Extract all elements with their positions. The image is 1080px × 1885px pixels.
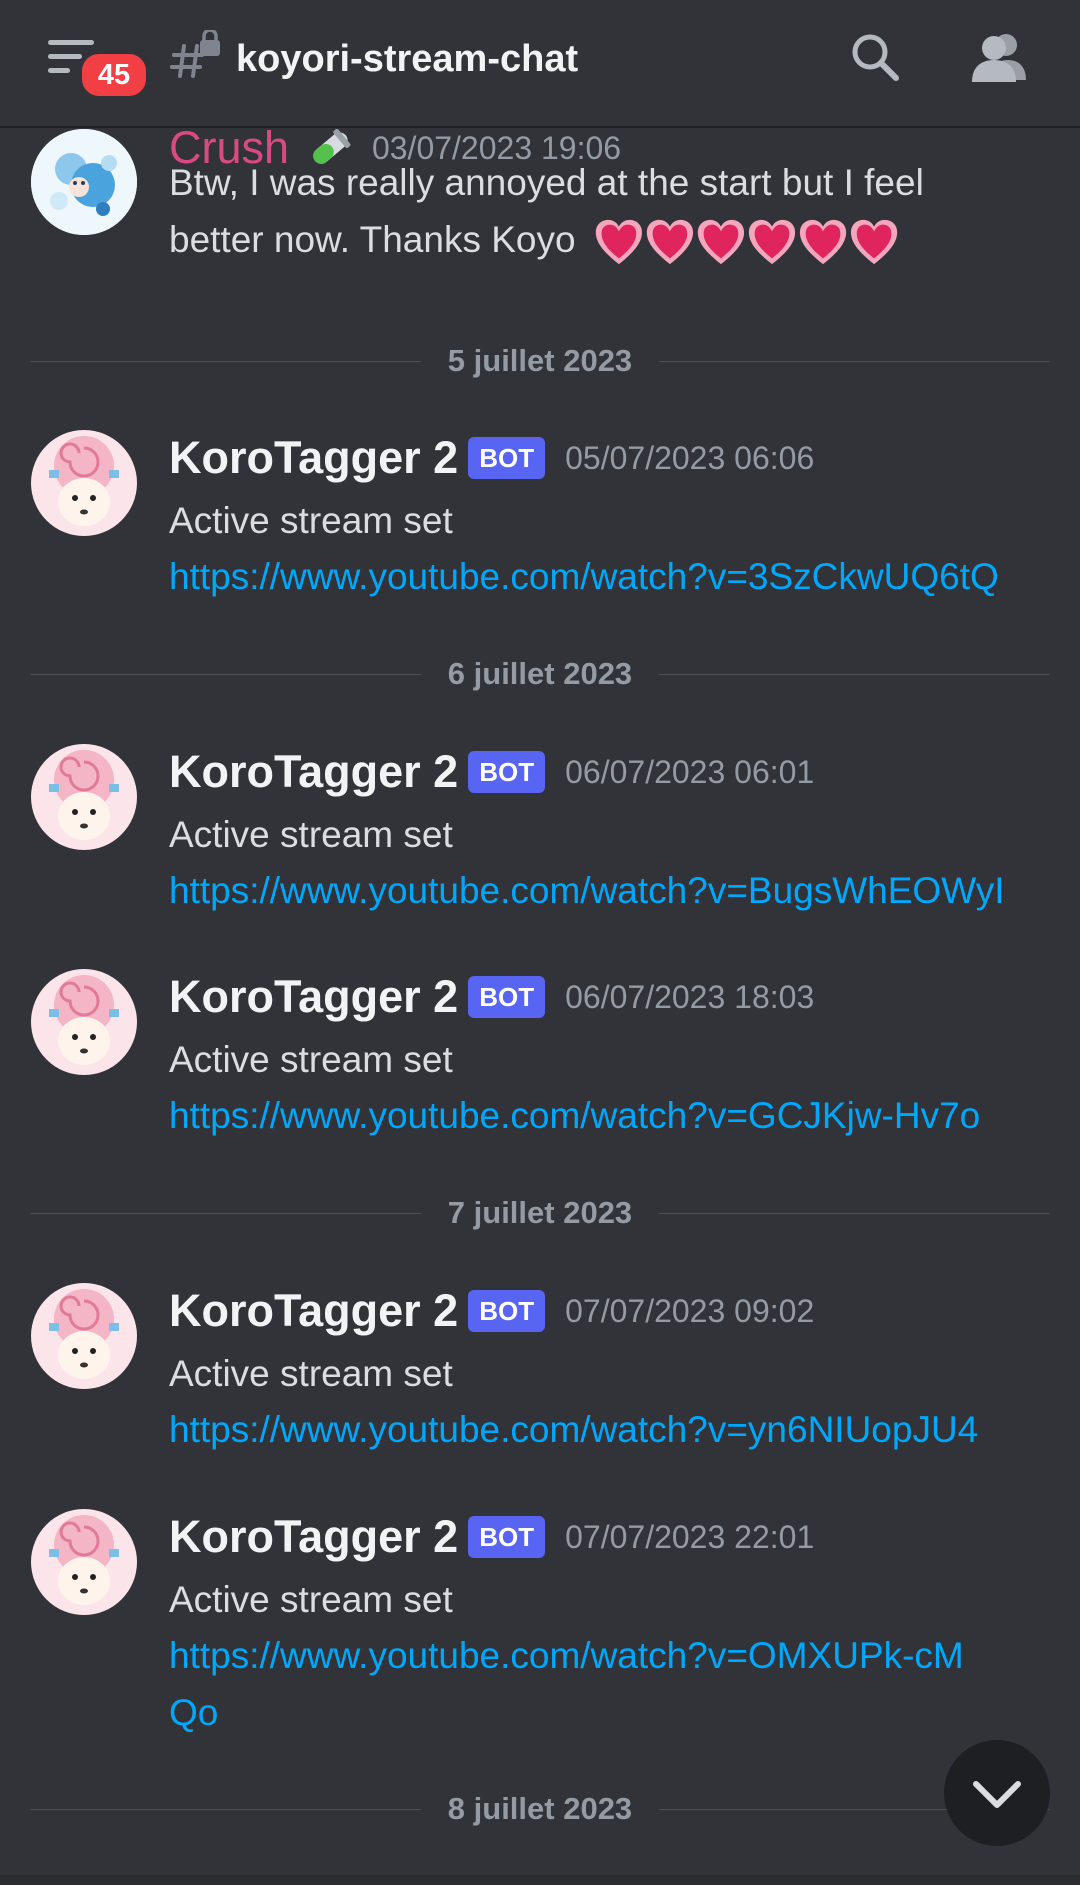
message-korotagger[interactable]: KoroTagger 2 BOT 05/07/2023 06:06 Active s…: [0, 430, 1080, 610]
date-divider-label: 5 juillet 2023: [447, 343, 633, 378]
timestamp: 05/07/2023 06:06: [565, 439, 815, 476]
message-link[interactable]: https://www.youtube.com/watch?v=3SzCkwUQ…: [169, 548, 1049, 605]
avatar[interactable]: [31, 430, 137, 536]
message-line-2: better now. Thanks Koyo: [169, 219, 576, 260]
message-link[interactable]: https://www.youtube.com/watch?v=yn6NIUop…: [169, 1401, 1049, 1458]
timestamp: 06/07/2023 18:03: [565, 978, 815, 1015]
message-text: Active stream set: [169, 1353, 453, 1394]
jump-to-bottom-button[interactable]: [944, 1740, 1050, 1846]
date-divider-label: 8 juillet 2023: [447, 1791, 633, 1826]
date-divider-label: 6 juillet 2023: [447, 656, 633, 691]
message-korotagger[interactable]: KoroTagger 2 BOT 07/07/2023 09:02 Active s…: [0, 1283, 1080, 1463]
avatar[interactable]: [31, 969, 137, 1075]
message-header: KoroTagger 2 BOT 07/07/2023 22:01: [169, 1511, 814, 1567]
timestamp: 07/07/2023 22:01: [565, 1518, 815, 1555]
avatar[interactable]: [31, 744, 137, 850]
message-text: Active stream set: [169, 814, 453, 855]
date-divider: 8 juillet 2023: [31, 1789, 1049, 1829]
bot-tag: BOT: [468, 1516, 546, 1558]
date-divider: 7 juillet 2023: [31, 1193, 1049, 1233]
message-header: KoroTagger 2 BOT 06/07/2023 06:01: [169, 746, 814, 802]
search-icon[interactable]: [848, 30, 902, 84]
avatar[interactable]: [31, 129, 137, 235]
username[interactable]: KoroTagger 2: [169, 971, 458, 1022]
username[interactable]: KoroTagger 2: [169, 746, 458, 797]
unread-badge: 45: [78, 50, 150, 100]
timestamp: 06/07/2023 06:01: [565, 753, 815, 790]
channel-name: koyori-stream-chat: [236, 38, 579, 80]
message-korotagger[interactable]: KoroTagger 2 BOT 06/07/2023 06:01 Active s…: [0, 744, 1080, 924]
message-line-1: Btw, I was really annoyed at the start b…: [169, 162, 924, 203]
message-text: Active stream set: [169, 500, 453, 541]
date-divider: 6 juillet 2023: [31, 654, 1049, 694]
avatar[interactable]: [31, 1283, 137, 1389]
bot-tag: BOT: [468, 751, 546, 793]
message-link[interactable]: https://www.youtube.com/watch?v=BugsWhEO…: [169, 862, 1049, 919]
message-link[interactable]: https://www.youtube.com/watch?v=OMXUPk-c…: [169, 1627, 969, 1741]
username[interactable]: KoroTagger 2: [169, 1511, 458, 1562]
message-crush[interactable]: Crush 03/07/2023 19:06 Btw, I was really…: [0, 118, 1080, 298]
message-korotagger[interactable]: KoroTagger 2 BOT 07/07/2023 22:01 Active s…: [0, 1509, 1080, 1749]
bot-tag: BOT: [468, 976, 546, 1018]
message-header: KoroTagger 2 BOT 06/07/2023 18:03: [169, 971, 814, 1027]
message-text: Active stream set: [169, 1579, 453, 1620]
menu-button[interactable]: 45: [44, 34, 150, 100]
date-divider: 5 juillet 2023: [31, 341, 1049, 381]
avatar[interactable]: [31, 1509, 137, 1615]
message-text: Btw, I was really annoyed at the start b…: [169, 154, 1049, 268]
channel-header: 45 koyori-stream-chat: [0, 0, 1080, 128]
chevron-down-icon: [973, 1781, 1021, 1808]
date-divider-label: 7 juillet 2023: [447, 1195, 633, 1230]
username[interactable]: KoroTagger 2: [169, 1285, 458, 1336]
members-icon[interactable]: [970, 30, 1030, 84]
username[interactable]: KoroTagger 2: [169, 432, 458, 483]
bot-tag: BOT: [468, 1290, 546, 1332]
timestamp: 07/07/2023 09:02: [565, 1292, 815, 1329]
hash-lock-icon: [170, 30, 220, 78]
bot-tag: BOT: [468, 437, 546, 479]
message-link[interactable]: https://www.youtube.com/watch?v=GCJKjw-H…: [169, 1087, 1049, 1144]
message-header: KoroTagger 2 BOT 07/07/2023 09:02: [169, 1285, 814, 1341]
message-korotagger[interactable]: KoroTagger 2 BOT 06/07/2023 18:03 Active s…: [0, 969, 1080, 1149]
message-header: KoroTagger 2 BOT 05/07/2023 06:06: [169, 432, 814, 488]
heart-emoji-row: [595, 220, 898, 265]
bottom-edge: [0, 1875, 1080, 1885]
message-text: Active stream set: [169, 1039, 453, 1080]
